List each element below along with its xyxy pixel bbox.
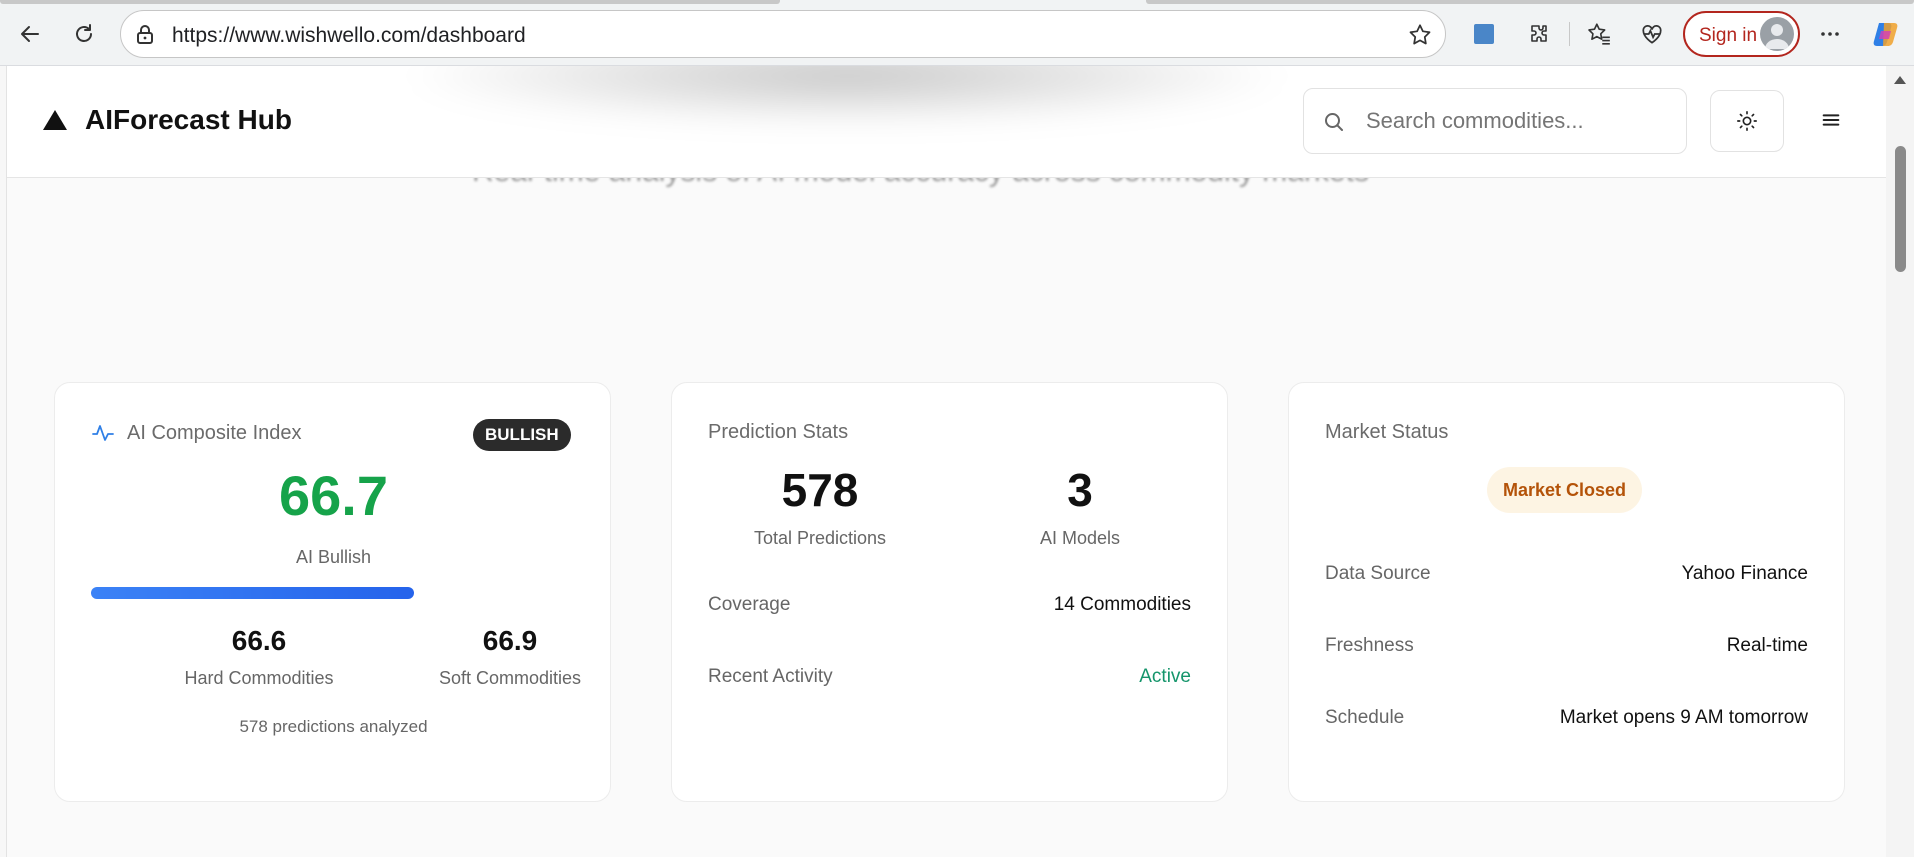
hard-commodities-label: Hard Commodities [184, 668, 334, 688]
schedule-value: Market opens 9 AM tomorrow [1559, 707, 1808, 728]
copilot-button[interactable] [1868, 16, 1904, 52]
market-status-card: Market Status Market Closed Data Source … [1288, 382, 1845, 802]
total-predictions-label: Total Predictions [753, 528, 887, 548]
star-icon[interactable] [1407, 22, 1433, 48]
soft-commodities-value: 66.9 [482, 625, 538, 656]
composite-value: 66.7 [279, 464, 388, 527]
health-button[interactable] [1634, 16, 1670, 52]
toolbar-separator [1569, 22, 1570, 46]
index-progress-bar [91, 587, 576, 599]
scroll-up-arrow[interactable] [1894, 76, 1906, 84]
hard-commodities-value: 66.6 [231, 625, 287, 656]
ai-models-label: AI Models [1039, 528, 1121, 548]
page-scrollbar[interactable] [1886, 66, 1914, 857]
sentiment-label: AI Bullish [295, 547, 372, 567]
url-text[interactable]: https://www.wishwello.com/dashboard [172, 24, 526, 48]
ai-models-value: 3 [1067, 464, 1093, 516]
header-decoration [397, 66, 1297, 126]
refresh-icon [76, 24, 92, 42]
search-box[interactable] [1303, 88, 1687, 154]
search-input[interactable] [1366, 105, 1666, 137]
market-status-badge: Market Closed [1487, 467, 1643, 513]
favorites-button[interactable] [1581, 16, 1617, 52]
favorites-icon [1588, 23, 1610, 45]
card-title: Market Status [1325, 421, 1449, 443]
extensions-button[interactable] [1521, 16, 1557, 52]
tab-indicator [1146, 0, 1914, 4]
puzzle-icon [1531, 25, 1547, 42]
address-bar[interactable]: https://www.wishwello.com/dashboard [120, 10, 1446, 58]
sign-in-button[interactable]: Sign in [1683, 11, 1800, 57]
avatar-icon [1765, 24, 1789, 49]
sentiment-badge: BULLISH [473, 419, 571, 451]
health-icon [1642, 25, 1662, 44]
copilot-icon [1873, 23, 1898, 46]
coverage-value: 14 Commodities [1053, 594, 1191, 615]
freshness-label: Freshness [1325, 635, 1414, 656]
predictions-analyzed: 578 predictions analyzed [239, 717, 428, 736]
scroll-thumb[interactable] [1895, 146, 1906, 272]
menu-icon [1822, 114, 1840, 126]
sign-in-label: Sign in [1699, 25, 1758, 46]
schedule-label: Schedule [1325, 707, 1405, 728]
data-source-value: Yahoo Finance [1681, 563, 1808, 584]
composite-index-card: AI Composite Index BULLISH 66.7 AI Bulli… [54, 382, 611, 802]
avatar [1760, 17, 1794, 51]
extension-button[interactable] [1466, 16, 1502, 52]
search-icon [1325, 113, 1343, 131]
more-button[interactable] [1812, 16, 1848, 52]
card-title: AI Composite Index [127, 422, 302, 444]
site-header: AIForecast Hub [7, 66, 1886, 178]
soft-commodities-label: Soft Commodities [438, 668, 582, 688]
back-button[interactable] [12, 16, 48, 52]
theme-toggle-button[interactable] [1710, 90, 1784, 152]
index-progress-fill [91, 587, 415, 599]
coverage-label: Coverage [708, 594, 791, 615]
brand-name[interactable]: AIForecast Hub [85, 104, 292, 136]
tab-indicator [0, 0, 780, 4]
refresh-button[interactable] [66, 16, 102, 52]
freshness-value: Real-time [1726, 635, 1808, 656]
back-icon [21, 26, 39, 42]
card-title: Prediction Stats [708, 421, 849, 443]
recent-activity-label: Recent Activity [708, 666, 833, 687]
page: Real-time analysis of AI model accuracy … [6, 66, 1886, 857]
data-source-label: Data Source [1325, 563, 1431, 584]
total-predictions-value: 578 [781, 464, 859, 516]
browser-toolbar: https://www.wishwello.com/dashboard Sign… [0, 0, 1914, 66]
extension-icon [1474, 24, 1494, 44]
lock-icon[interactable] [133, 23, 157, 47]
activity-icon [92, 425, 114, 441]
logo-icon[interactable] [43, 110, 67, 130]
more-icon [1821, 32, 1839, 36]
recent-activity-value: Active [1139, 666, 1191, 687]
prediction-stats-card: Prediction Stats 578 Total Predictions 3… [671, 382, 1228, 802]
menu-button[interactable] [1813, 102, 1849, 138]
sun-icon [1737, 111, 1757, 131]
